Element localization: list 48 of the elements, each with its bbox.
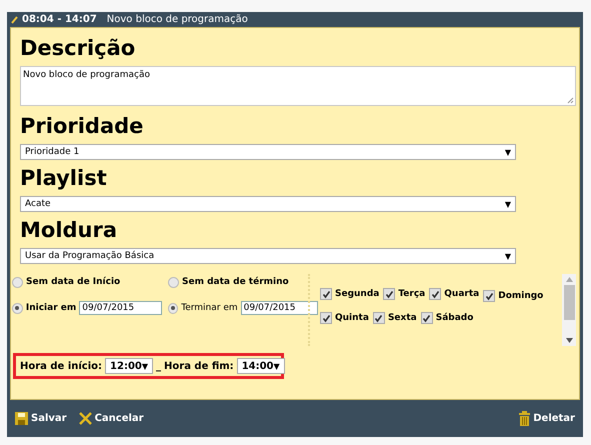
date-field[interactable]: 09/07/2015 [240,301,318,315]
x-icon [78,412,92,425]
date-field[interactable]: 09/07/2015 [79,301,162,315]
radio-button[interactable] [12,302,23,314]
checkbox[interactable] [429,288,442,300]
checkbox[interactable] [420,312,433,324]
start-time-dropdown[interactable]: 12:00▼ [105,358,154,374]
radio-label: Sem data de término [182,277,289,287]
scrollbar[interactable] [562,274,576,346]
start-time-label: Hora de início: [20,360,102,372]
checkbox[interactable] [320,288,332,300]
dropdown[interactable]: Prioridade 1 ▼ [20,144,516,160]
radio-label: Iniciar em [26,303,76,313]
day-label: Sexta [388,313,417,323]
separator: _ [156,360,162,372]
cancel-button[interactable]: Cancelar [78,412,144,425]
day-label: Quinta [335,313,369,323]
radio-label: Terminar em [181,303,238,313]
day-label: Domingo [498,291,544,301]
radio-label: Sem data de Início [26,277,120,287]
dropdown[interactable]: Acate ▼ [20,196,516,212]
section-heading: Moldura [20,218,118,242]
checkbox[interactable] [372,312,385,324]
day-label: Terça [398,289,426,299]
radio-button[interactable] [168,276,179,288]
resize-grip-icon[interactable] [567,97,574,104]
save-button[interactable]: Salvar [15,412,67,425]
day-label: Sábado [436,313,474,323]
delete-button[interactable]: Deletar [519,411,575,426]
end-time-dropdown[interactable]: 14:00▼ [236,358,285,374]
section-heading: Descrição [20,36,136,60]
end-time-label: Hora de fim: [164,360,234,372]
day-label: Quarta [444,289,480,299]
description-field[interactable]: Novo bloco de programação [20,66,576,106]
checkbox[interactable] [383,288,396,300]
section-heading: Playlist [20,166,108,190]
checkbox[interactable] [320,312,332,324]
window-title: Novo bloco de programação [106,14,248,25]
checkbox[interactable] [483,290,496,302]
section-heading: Prioridade [20,114,144,138]
radio-button[interactable] [12,276,23,288]
time-range: 08:04 - 14:07 [22,14,97,25]
trash-icon [519,411,530,426]
pencil-icon [11,16,18,24]
radio-button[interactable] [168,302,178,314]
scroll-down-icon[interactable] [566,338,572,343]
day-label: Segunda [335,289,380,299]
dropdown[interactable]: Usar da Programação Básica ▼ [20,248,516,264]
